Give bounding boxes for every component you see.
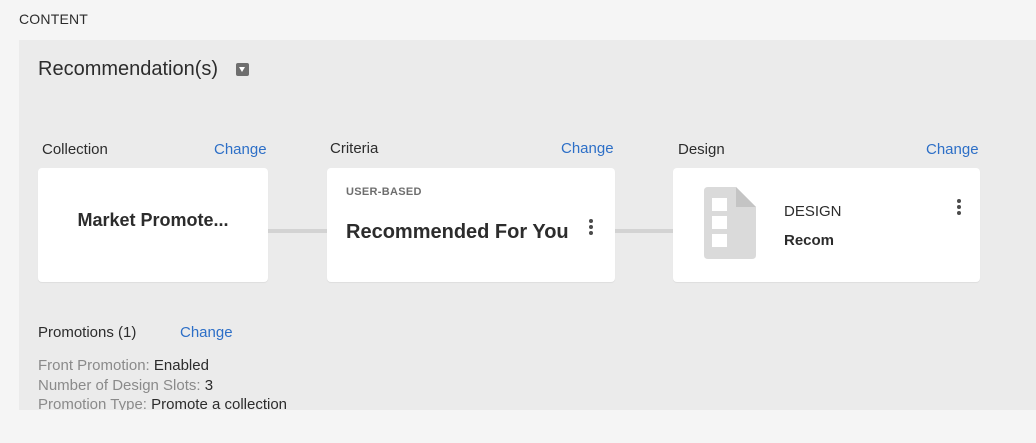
promotions-change-link[interactable]: Change: [180, 324, 233, 341]
document-layout-icon: [704, 187, 756, 259]
collection-card[interactable]: Market Promote...: [38, 168, 268, 282]
design-label: Design: [678, 141, 725, 158]
criteria-change-link[interactable]: Change: [561, 140, 614, 157]
detail-row: Front Promotion: Enabled: [38, 357, 209, 374]
criteria-type: USER-BASED: [346, 186, 422, 198]
detail-key: Promotion Type:: [38, 396, 147, 410]
detail-key: Number of Design Slots:: [38, 377, 201, 394]
detail-key: Front Promotion:: [38, 357, 150, 374]
connector-line: [615, 229, 673, 233]
section-label: CONTENT: [19, 11, 89, 27]
criteria-label: Criteria: [330, 140, 379, 157]
criteria-name: Recommended For You: [346, 221, 569, 243]
detail-value: Promote a collection: [151, 396, 288, 410]
recommendations-panel: Recommendation(s) Collection Change Crit…: [19, 40, 1036, 410]
collection-change-link[interactable]: Change: [214, 141, 267, 158]
more-vertical-icon[interactable]: [586, 218, 596, 236]
panel-title: Recommendation(s): [38, 58, 219, 80]
design-change-link[interactable]: Change: [926, 141, 979, 158]
promotions-label: Promotions (1): [38, 324, 137, 341]
detail-value: Enabled: [153, 357, 209, 374]
collection-name: Market Promote...: [77, 210, 229, 230]
design-name: Recom: [784, 232, 835, 249]
detail-value: 3: [204, 377, 214, 394]
connector-line: [268, 229, 327, 233]
design-type: DESIGN: [784, 203, 842, 220]
detail-row: Number of Design Slots: 3: [38, 377, 213, 394]
detail-row: Promotion Type: Promote a collection: [38, 396, 287, 410]
more-vertical-icon[interactable]: [954, 198, 964, 216]
collection-label: Collection: [42, 141, 108, 158]
design-card[interactable]: DESIGN Recom: [673, 168, 980, 282]
chevron-down-icon[interactable]: [236, 63, 249, 76]
criteria-card[interactable]: USER-BASED Recommended For You: [327, 168, 615, 282]
